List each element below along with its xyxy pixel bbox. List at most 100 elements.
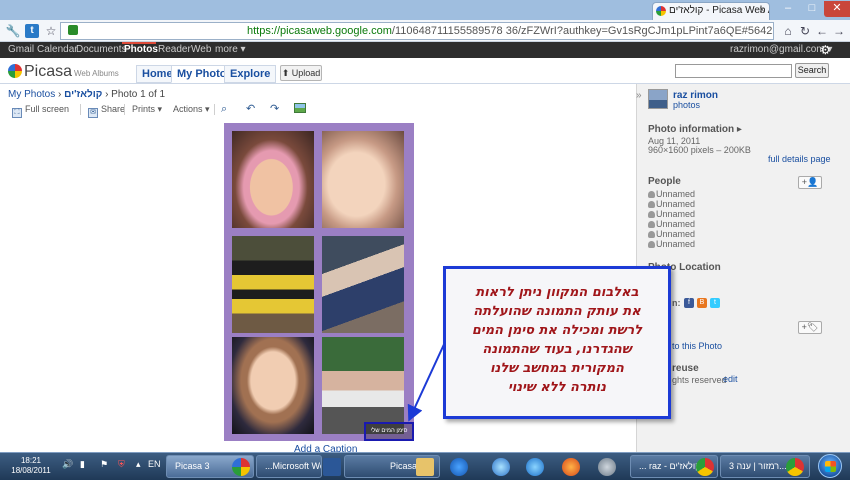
- upload-button[interactable]: ⬆ Upload: [280, 65, 322, 81]
- breadcrumb-album[interactable]: קולאז'ים: [64, 89, 102, 100]
- fullscreen-button[interactable]: ⛶ Full screen: [12, 103, 69, 118]
- person-tag[interactable]: Unnamed: [648, 229, 695, 239]
- person-name: Unnamed: [656, 209, 696, 219]
- search-input[interactable]: [675, 64, 792, 78]
- gbar-web[interactable]: Web: [191, 42, 211, 58]
- taskbar-button-label: Picasa 3: [175, 461, 210, 471]
- gbar-more[interactable]: more ▾: [215, 42, 246, 58]
- full-details-link[interactable]: full details page: [768, 154, 831, 164]
- collage-photo-2: [322, 131, 404, 228]
- start-button[interactable]: [818, 454, 842, 478]
- search-button[interactable]: Search: [795, 63, 829, 78]
- chrome-taskbar-icon: [696, 458, 714, 476]
- blogger-icon[interactable]: B: [697, 298, 707, 308]
- chrome-taskbar-icon: [786, 458, 804, 476]
- collapse-sidebar-icon[interactable]: »: [636, 90, 642, 101]
- photo-dimensions: 960×1600 pixels – 200KB: [648, 145, 751, 155]
- rotate-left-icon[interactable]: ↶: [246, 103, 255, 115]
- share-button[interactable]: ✉ Share: [88, 103, 125, 118]
- person-tag[interactable]: Unnamed: [648, 189, 695, 199]
- reload-icon[interactable]: ↻: [797, 23, 813, 39]
- zoom-icon[interactable]: ⌕: [221, 103, 227, 115]
- forward-icon[interactable]: →: [831, 23, 847, 39]
- tray-network-icon[interactable]: ▮: [80, 459, 85, 470]
- house-icon[interactable]: ⌂: [780, 23, 796, 39]
- ssl-lock-icon: [68, 25, 78, 35]
- person-tag[interactable]: Unnamed: [648, 219, 695, 229]
- picasa-logo-sub: Web Albums: [74, 69, 119, 78]
- tray-flag-icon[interactable]: ⚑: [100, 459, 108, 470]
- person-name: Unnamed: [656, 199, 696, 209]
- gbar-photos[interactable]: Photos: [124, 42, 158, 58]
- breadcrumb-sep: ›: [55, 89, 65, 100]
- tray-security-icon[interactable]: ⛨: [118, 459, 125, 470]
- tray-volume-icon[interactable]: 🔊: [62, 459, 73, 470]
- photo-collage[interactable]: [224, 123, 414, 441]
- firefox-taskbar-icon[interactable]: [562, 458, 580, 476]
- edit-rights-link[interactable]: edit: [723, 374, 738, 384]
- share-label: Share: [101, 104, 126, 114]
- share-label: n:: [672, 298, 681, 308]
- minimize-button[interactable]: –: [776, 1, 800, 17]
- person-tag[interactable]: Unnamed: [648, 199, 695, 209]
- photo-info-title[interactable]: Photo information ▸: [648, 124, 742, 135]
- person-name: Unnamed: [656, 229, 696, 239]
- star-icon[interactable]: ☆: [43, 23, 59, 39]
- ie-taskbar-icon[interactable]: [526, 458, 544, 476]
- actions-menu[interactable]: Actions ▾: [173, 103, 210, 115]
- tab-explore[interactable]: Explore: [224, 65, 277, 83]
- person-name: Unnamed: [656, 189, 696, 199]
- network-taskbar-icon[interactable]: [492, 458, 510, 476]
- gbar-reader[interactable]: Reader: [158, 42, 191, 58]
- taskbar-button-label: ...Microsoft Wor: [265, 461, 322, 471]
- rotate-right-icon[interactable]: ↷: [270, 103, 279, 115]
- person-icon: [648, 191, 655, 198]
- picasa-logo-text: Picasa: [24, 63, 73, 80]
- url-input[interactable]: https://picasaweb.google.com/11064871115…: [60, 22, 774, 40]
- taskbar-button-label: ... raz - קולאז'ים: [639, 461, 701, 471]
- add-to-photo-link[interactable]: to this Photo: [672, 341, 722, 351]
- add-tag-button[interactable]: +🏷: [798, 321, 822, 334]
- person-icon: [648, 221, 655, 228]
- close-window-button[interactable]: ✕: [824, 1, 850, 17]
- twitter-icon[interactable]: t: [25, 24, 39, 38]
- back-icon[interactable]: ←: [814, 23, 830, 39]
- skype-taskbar-icon[interactable]: [450, 458, 468, 476]
- wrench-icon[interactable]: 🔧: [5, 23, 21, 39]
- collage-photo-3: [232, 236, 314, 333]
- breadcrumb-my-photos[interactable]: My Photos: [8, 89, 55, 100]
- maximize-button[interactable]: □: [800, 1, 824, 17]
- gbar-gmail[interactable]: Gmail: [8, 42, 34, 58]
- add-person-button[interactable]: +👤: [798, 176, 822, 189]
- address-toolbar: 🔧 t ☆ https://picasaweb.google.com/11064…: [0, 20, 850, 42]
- system-clock[interactable]: 18:21 18/08/2011: [6, 456, 56, 476]
- callout-line: נותרה ללא שינוי: [508, 380, 606, 395]
- avatar[interactable]: [648, 89, 668, 109]
- taskbar-button-word[interactable]: ...Microsoft Wor: [256, 455, 322, 478]
- prints-menu[interactable]: Prints ▾: [132, 103, 162, 115]
- person-tag[interactable]: Unnamed: [648, 209, 695, 219]
- gbar-documents[interactable]: Documents: [76, 42, 127, 58]
- language-indicator[interactable]: EN: [148, 459, 161, 469]
- landscape-icon[interactable]: [294, 103, 306, 116]
- clock-date: 18/08/2011: [11, 466, 51, 475]
- browser-tab[interactable]: קולאז'ים - Picasa Web Albums ×: [652, 2, 770, 20]
- owner-photos-link[interactable]: photos: [673, 100, 700, 110]
- person-icon: [648, 211, 655, 218]
- gear-icon[interactable]: ⚙: [820, 42, 831, 58]
- tray-expand-icon[interactable]: ▴: [136, 459, 141, 470]
- twitter-share-icon[interactable]: t: [710, 298, 720, 308]
- callout-line: לרשת ומכילה את סימן המים: [471, 323, 643, 338]
- annotation-callout: באלבום המקוון ניתן לראות את עותק התמונה …: [443, 266, 671, 419]
- callout-line: באלבום המקוון ניתן לראות: [475, 285, 639, 300]
- person-tag[interactable]: Unnamed: [648, 239, 695, 249]
- toolbar-divider: [214, 104, 215, 115]
- person-icon: [648, 231, 655, 238]
- facebook-icon[interactable]: f: [684, 298, 694, 308]
- tab-close-icon[interactable]: ×: [759, 3, 765, 19]
- collage-photo-4: [322, 236, 404, 333]
- gbar-calendar[interactable]: Calendar: [37, 42, 78, 58]
- account-menu[interactable]: razrimon@gmail.com ▾: [730, 42, 832, 58]
- app-taskbar-icon[interactable]: [598, 458, 616, 476]
- picasa-logo[interactable]: Picasa: [8, 63, 72, 81]
